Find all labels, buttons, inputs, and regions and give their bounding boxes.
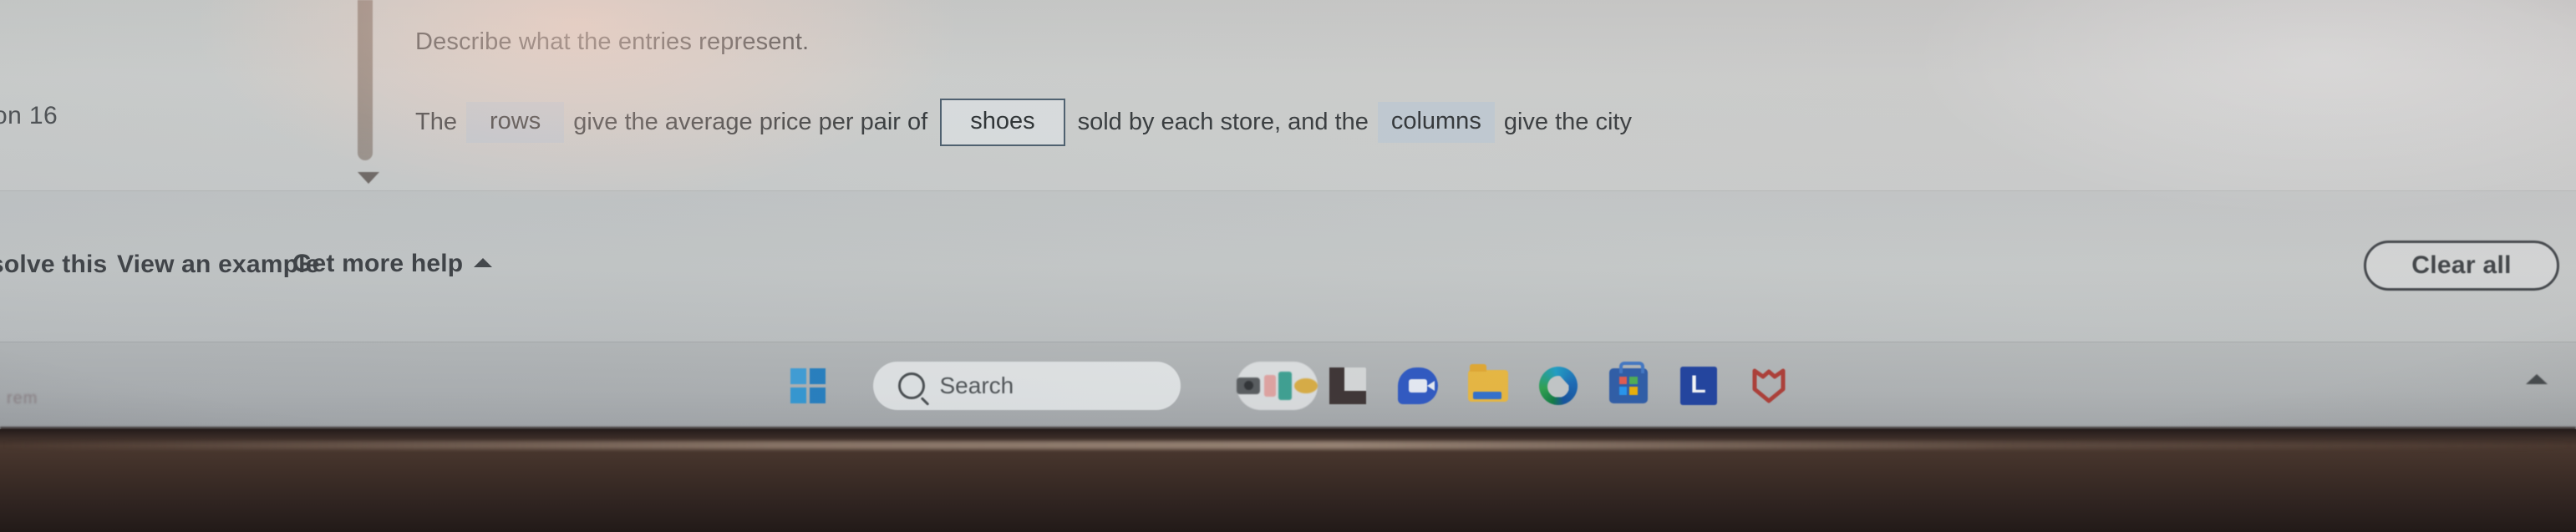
- widgets-icon[interactable]: [1237, 359, 1318, 413]
- app-blue-l-letter: L: [1679, 366, 1717, 405]
- microsoft-edge-icon[interactable]: [1532, 359, 1585, 413]
- search-placeholder: Search: [939, 372, 1014, 398]
- microsoft-store-icon[interactable]: [1602, 359, 1655, 413]
- clear-all-button[interactable]: Clear all: [2364, 241, 2559, 291]
- dropdown-columns[interactable]: columns: [1377, 102, 1495, 143]
- shield-red-icon[interactable]: [1742, 359, 1796, 413]
- dropdown-rows[interactable]: rows: [465, 102, 565, 143]
- taskbar-cluster: Search L: [781, 359, 1796, 413]
- file-explorer-icon[interactable]: [1461, 359, 1515, 413]
- sentence-mid-2: sold by each store, and the: [1077, 109, 1369, 135]
- bezel-sheen: [0, 441, 2576, 449]
- search-input[interactable]: Search: [872, 361, 1181, 410]
- app-dark-l-icon[interactable]: [1321, 359, 1374, 413]
- question-content-band: [0, 0, 2576, 190]
- sentence-tail: give the city: [1503, 109, 1632, 135]
- zoom-icon[interactable]: [1391, 359, 1445, 413]
- app-blue-l-icon[interactable]: L: [1672, 359, 1725, 413]
- shield-red-glyph: [1752, 368, 1785, 403]
- taskbar: Search L: [0, 342, 2576, 429]
- search-icon: [897, 372, 925, 399]
- faint-screen-text: rem: [7, 389, 38, 408]
- view-an-example-link[interactable]: View an example: [117, 251, 320, 279]
- show-hidden-icons-caret[interactable]: [2526, 374, 2548, 384]
- sentence-lead: The: [415, 109, 457, 135]
- laptop-screen-photo: on 16 Describe what the entries represen…: [0, 0, 2576, 532]
- scrollbar-thumb[interactable]: [358, 0, 373, 160]
- question-number-label: on 16: [0, 102, 58, 129]
- caret-down-icon[interactable]: [358, 172, 379, 184]
- caret-up-icon: [474, 257, 493, 267]
- screen-area: on 16 Describe what the entries represen…: [0, 0, 2576, 429]
- windows-start-icon[interactable]: [781, 359, 835, 413]
- question-prompt: Describe what the entries represent.: [415, 28, 810, 55]
- get-more-help-button[interactable]: Get more help: [292, 250, 493, 278]
- help-me-solve-this-link[interactable]: solve this: [0, 251, 107, 279]
- answer-textbox-shoes[interactable]: shoes: [940, 99, 1065, 146]
- get-more-help-label: Get more help: [292, 250, 464, 277]
- sentence-mid-1: give the average price per pair of: [573, 109, 928, 135]
- answer-sentence: The rows give the average price per pair…: [415, 99, 1641, 146]
